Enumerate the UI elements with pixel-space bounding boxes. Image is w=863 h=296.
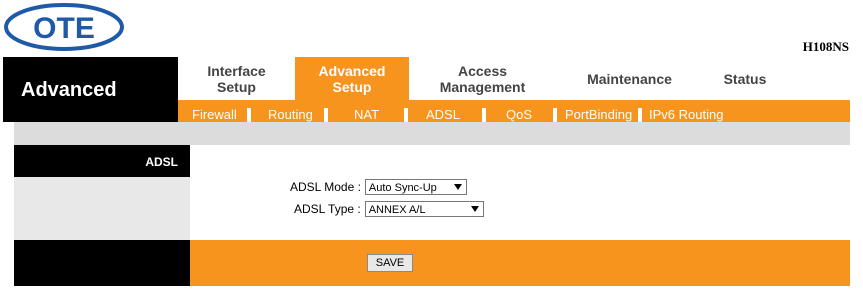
tab-interface-setup[interactable]: Interface Setup bbox=[178, 57, 295, 100]
section-header: ADSL bbox=[14, 145, 190, 177]
adsl-type-row: ADSL Type : ANNEX A/L bbox=[294, 201, 484, 217]
subtab-adsl[interactable]: ADSL bbox=[426, 108, 460, 122]
subnav-separator bbox=[324, 108, 328, 122]
chevron-down-icon bbox=[453, 184, 462, 190]
tab-status[interactable]: Status bbox=[703, 57, 787, 100]
subnav-separator bbox=[553, 108, 557, 122]
main-nav: Interface Setup Advanced Setup Access Ma… bbox=[178, 57, 863, 100]
subnav-separator bbox=[638, 108, 642, 122]
tab-advanced-setup[interactable]: Advanced Setup bbox=[295, 57, 409, 100]
subtab-routing[interactable]: Routing bbox=[268, 108, 313, 122]
section-brand-title: Advanced bbox=[21, 79, 117, 101]
adsl-mode-select[interactable]: Auto Sync-Up bbox=[364, 179, 467, 195]
footer-left-block bbox=[14, 240, 190, 286]
subnav-separator bbox=[404, 108, 408, 122]
subtab-ipv6-routing[interactable]: IPv6 Routing bbox=[649, 108, 723, 122]
subtab-qos[interactable]: QoS bbox=[506, 108, 532, 122]
adsl-type-value: ANNEX A/L bbox=[368, 204, 426, 216]
subnav-separator bbox=[247, 108, 251, 122]
tab-maintenance[interactable]: Maintenance bbox=[556, 57, 703, 100]
adsl-mode-value: Auto Sync-Up bbox=[368, 182, 437, 194]
sub-nav: Firewall Routing NAT ADSL QoS PortBindin… bbox=[178, 100, 850, 122]
footer-action-bar bbox=[190, 240, 850, 286]
subnav-separator bbox=[482, 108, 486, 122]
title-strip bbox=[14, 122, 850, 145]
adsl-type-label: ADSL Type : bbox=[294, 202, 361, 216]
adsl-mode-label: ADSL Mode : bbox=[290, 180, 361, 194]
chevron-down-icon bbox=[470, 206, 479, 212]
model-name: H108NS bbox=[802, 39, 849, 54]
adsl-mode-row: ADSL Mode : Auto Sync-Up bbox=[290, 179, 467, 195]
subtab-nat[interactable]: NAT bbox=[354, 108, 379, 122]
section-title: ADSL bbox=[145, 155, 178, 169]
subtab-portbinding[interactable]: PortBinding bbox=[565, 108, 632, 122]
subtab-firewall[interactable]: Firewall bbox=[192, 108, 237, 122]
adsl-type-select[interactable]: ANNEX A/L bbox=[364, 201, 484, 217]
save-button[interactable]: SAVE bbox=[367, 254, 413, 272]
ote-logo: OTE bbox=[3, 2, 125, 52]
tab-access-management[interactable]: Access Management bbox=[409, 57, 556, 100]
svg-text:OTE: OTE bbox=[33, 12, 95, 45]
section-brand-block: Advanced bbox=[3, 57, 178, 122]
